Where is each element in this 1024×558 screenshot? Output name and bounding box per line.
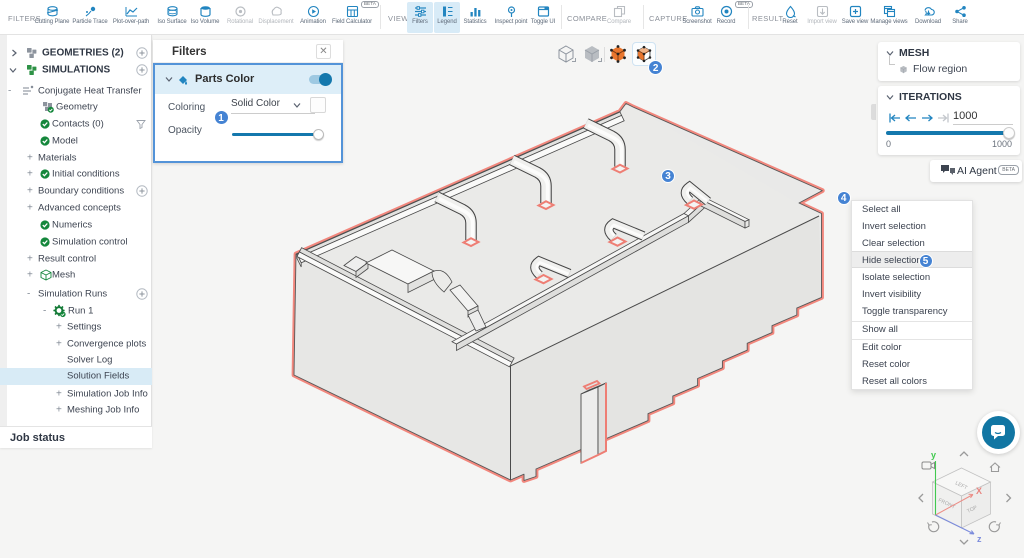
svg-text:X: X bbox=[976, 486, 982, 496]
svg-text:z: z bbox=[977, 534, 982, 544]
svg-text:y: y bbox=[931, 450, 936, 460]
